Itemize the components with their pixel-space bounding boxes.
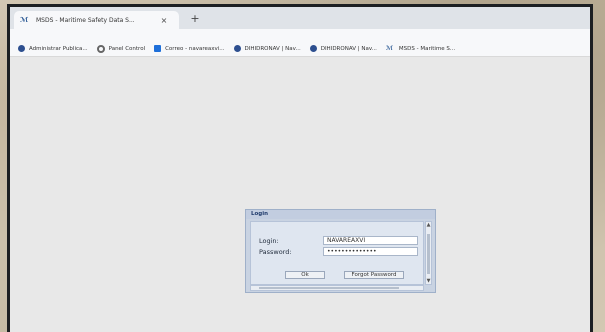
monitor-screen: ℳ MSDS - Maritime Safety Data S... × + A…: [7, 4, 593, 332]
gear-icon: [96, 44, 105, 53]
login-input[interactable]: [323, 236, 418, 245]
bookmark-label: DIHIDRONAV | Nav...: [320, 45, 377, 52]
vertical-scrollbar[interactable]: ▲ ▼: [425, 221, 432, 285]
scroll-thumb[interactable]: [427, 234, 430, 274]
horizontal-scrollbar[interactable]: [250, 285, 424, 291]
tab-close-icon[interactable]: ×: [160, 16, 168, 25]
login-dialog: Login Login: Password: Ok Forgot Passwor…: [245, 209, 436, 293]
scroll-down-icon[interactable]: ▼: [426, 278, 431, 284]
bookmark-label: Correo - navareaxvi...: [165, 45, 225, 52]
login-label: Login:: [259, 237, 279, 245]
bookmark-label: MSDS - Maritime S...: [398, 45, 456, 52]
globe-icon: [309, 45, 317, 52]
tab-strip: ℳ MSDS - Maritime Safety Data S... × +: [10, 7, 590, 29]
bookmark-msds[interactable]: ℳ MSDS - Maritime S...: [386, 45, 455, 52]
mail-icon: [154, 45, 162, 52]
globe-icon: [18, 45, 25, 52]
msds-logo-icon: ℳ: [20, 16, 29, 24]
bookmark-administrar[interactable]: Administrar Publica...: [18, 45, 88, 52]
bookmark-label: Administrar Publica...: [29, 45, 88, 52]
dialog-title: Login: [246, 210, 435, 219]
bookmark-correo[interactable]: Correo - navareaxvi...: [154, 45, 225, 52]
ok-button[interactable]: Ok: [285, 271, 325, 279]
forgot-password-button[interactable]: Forgot Password: [344, 271, 404, 279]
bookmark-label: Panel Control: [108, 45, 146, 52]
browser-toolbar: [10, 29, 590, 41]
scroll-up-icon[interactable]: ▲: [426, 222, 431, 228]
password-label: Password:: [259, 248, 292, 256]
bookmark-panel-control[interactable]: Panel Control: [96, 44, 146, 53]
globe-icon: [233, 45, 241, 52]
bookmark-dihidronav-1[interactable]: DIHIDRONAV | Nav...: [233, 45, 301, 52]
browser-window: ℳ MSDS - Maritime Safety Data S... × + A…: [10, 7, 590, 332]
page-content: Login Login: Password: Ok Forgot Passwor…: [10, 57, 590, 332]
bookmark-label: DIHIDRONAV | Nav...: [244, 45, 301, 52]
password-input[interactable]: [323, 247, 418, 256]
tab-title: MSDS - Maritime Safety Data S...: [36, 16, 135, 24]
bookmarks-bar: Administrar Publica... Panel Control Cor…: [10, 41, 590, 57]
new-tab-button[interactable]: +: [188, 12, 202, 26]
msds-logo-icon: ℳ: [385, 45, 394, 52]
scroll-thumb[interactable]: [259, 287, 399, 289]
browser-tab-msds[interactable]: ℳ MSDS - Maritime Safety Data S... ×: [14, 11, 179, 29]
dialog-body: Login: Password: Ok Forgot Password: [250, 221, 424, 285]
bookmark-dihidronav-2[interactable]: DIHIDRONAV | Nav...: [309, 45, 377, 52]
